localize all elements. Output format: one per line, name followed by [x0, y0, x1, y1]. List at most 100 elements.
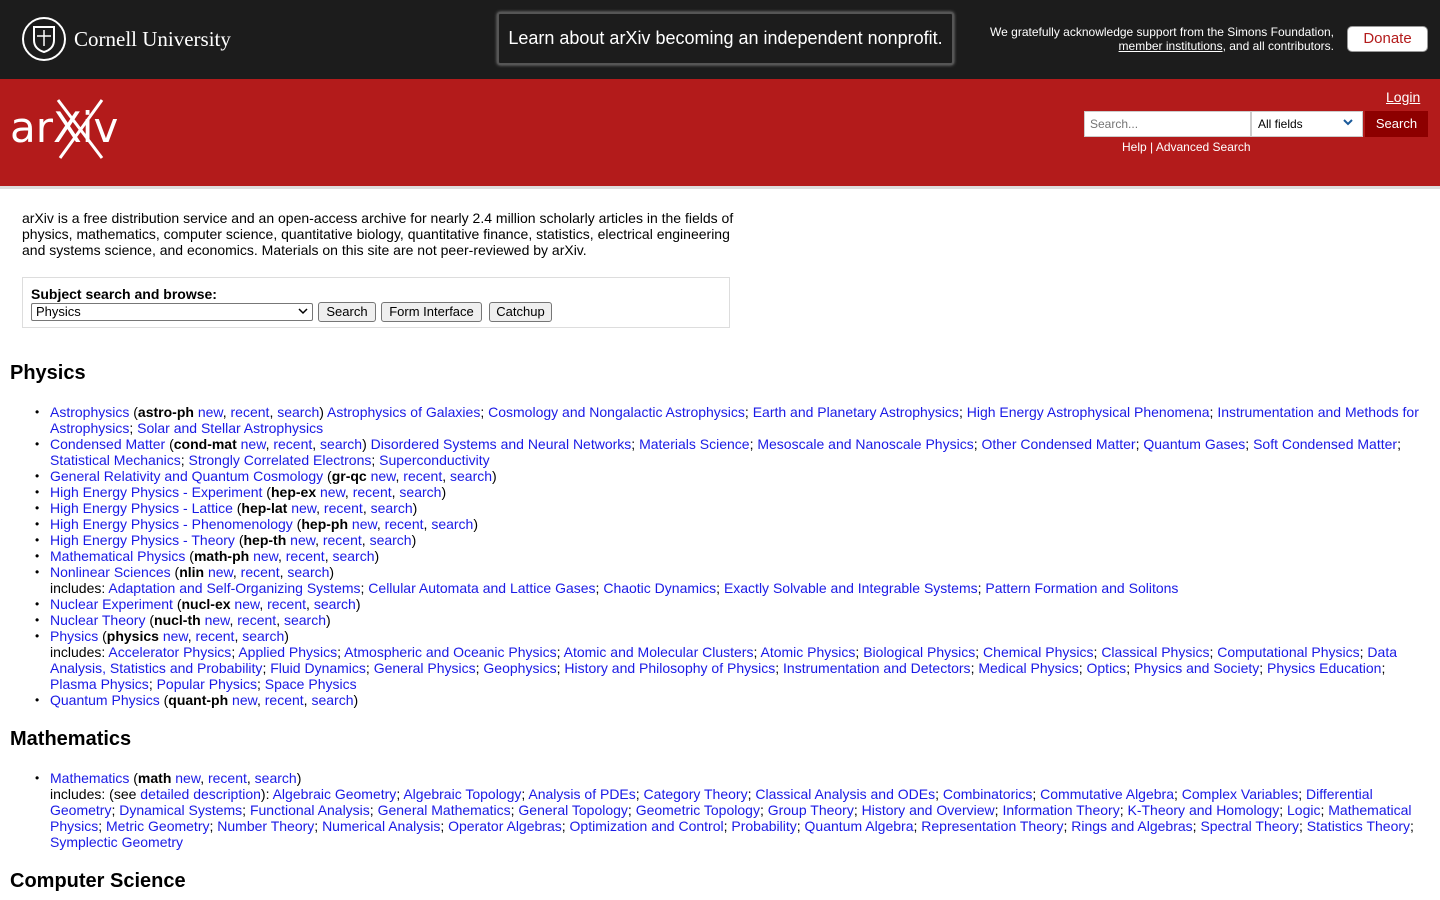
- subcategory-link-general-physics[interactable]: General Physics: [374, 660, 476, 676]
- recent-link[interactable]: recent: [323, 532, 362, 548]
- archive-link-general-relativity-and-quantum-cosmology[interactable]: General Relativity and Quantum Cosmology: [50, 468, 323, 484]
- subcategory-link-cosmology-and-nongalactic-astrophysics[interactable]: Cosmology and Nongalactic Astrophysics: [488, 404, 745, 420]
- search-input[interactable]: [1084, 111, 1251, 137]
- subcategory-link-other-condensed-matter[interactable]: Other Condensed Matter: [981, 436, 1135, 452]
- subcategory-link-dynamical-systems[interactable]: Dynamical Systems: [119, 802, 242, 818]
- recent-link[interactable]: recent: [237, 612, 276, 628]
- subcategory-link-accelerator-physics[interactable]: Accelerator Physics: [108, 644, 231, 660]
- archive-link-high-energy-physics-phenomenology[interactable]: High Energy Physics - Phenomenology: [50, 516, 293, 532]
- subcategory-link-exactly-solvable-and-integrable-systems[interactable]: Exactly Solvable and Integrable Systems: [724, 580, 978, 596]
- new-link[interactable]: new: [198, 404, 223, 420]
- subcategory-link-materials-science[interactable]: Materials Science: [639, 436, 750, 452]
- subcategory-link-atomic-and-molecular-clusters[interactable]: Atomic and Molecular Clusters: [564, 644, 754, 660]
- recent-link[interactable]: recent: [324, 500, 363, 516]
- recent-link[interactable]: recent: [353, 484, 392, 500]
- new-link[interactable]: new: [163, 628, 188, 644]
- archive-link-physics[interactable]: Physics: [50, 628, 98, 644]
- login-link[interactable]: Login: [1386, 89, 1420, 105]
- subcategory-link-medical-physics[interactable]: Medical Physics: [978, 660, 1078, 676]
- subcategory-link-physics-and-society[interactable]: Physics and Society: [1134, 660, 1259, 676]
- search-link[interactable]: search: [399, 484, 441, 500]
- search-link[interactable]: search: [314, 596, 356, 612]
- recent-link[interactable]: recent: [196, 628, 235, 644]
- new-link[interactable]: new: [290, 532, 315, 548]
- help-link[interactable]: Help: [1122, 140, 1147, 154]
- subcategory-link-combinatorics[interactable]: Combinatorics: [943, 786, 1032, 802]
- subcategory-link-disordered-systems-and-neural-networks[interactable]: Disordered Systems and Neural Networks: [371, 436, 632, 452]
- subcategory-link-algebraic-geometry[interactable]: Algebraic Geometry: [273, 786, 397, 802]
- subcategory-link-atomic-physics[interactable]: Atomic Physics: [761, 644, 856, 660]
- subcategory-link-logic[interactable]: Logic: [1287, 802, 1320, 818]
- search-link[interactable]: search: [311, 692, 353, 708]
- catchup-button[interactable]: Catchup: [489, 302, 552, 322]
- subcategory-link-complex-variables[interactable]: Complex Variables: [1182, 786, 1298, 802]
- search-link[interactable]: search: [284, 612, 326, 628]
- nonprofit-banner[interactable]: Learn about arXiv becoming an independen…: [497, 12, 954, 65]
- search-link[interactable]: search: [242, 628, 284, 644]
- subcategory-link-fluid-dynamics[interactable]: Fluid Dynamics: [270, 660, 366, 676]
- search-button[interactable]: Search: [1365, 111, 1428, 137]
- subcategory-link-cellular-automata-and-lattice-gases[interactable]: Cellular Automata and Lattice Gases: [368, 580, 595, 596]
- subcategory-link-classical-analysis-and-odes[interactable]: Classical Analysis and ODEs: [755, 786, 935, 802]
- new-link[interactable]: new: [352, 516, 377, 532]
- search-field-select[interactable]: All fields: [1251, 111, 1363, 137]
- search-link[interactable]: search: [371, 500, 413, 516]
- cornell-logo[interactable]: Cornell University: [22, 17, 231, 61]
- subcategory-link-representation-theory[interactable]: Representation Theory: [921, 818, 1063, 834]
- subcategory-link-spectral-theory[interactable]: Spectral Theory: [1200, 818, 1299, 834]
- subcategory-link-analysis-of-pdes[interactable]: Analysis of PDEs: [528, 786, 635, 802]
- subcategory-link-biological-physics[interactable]: Biological Physics: [863, 644, 975, 660]
- archive-link-high-energy-physics-theory[interactable]: High Energy Physics - Theory: [50, 532, 235, 548]
- subcategory-link-information-theory[interactable]: Information Theory: [1002, 802, 1119, 818]
- subcategory-link-general-topology[interactable]: General Topology: [518, 802, 627, 818]
- subcategory-link-history-and-philosophy-of-physics[interactable]: History and Philosophy of Physics: [564, 660, 775, 676]
- new-link[interactable]: new: [205, 612, 230, 628]
- subcategory-link-classical-physics[interactable]: Classical Physics: [1101, 644, 1209, 660]
- recent-link[interactable]: recent: [273, 436, 312, 452]
- archive-link-mathematics[interactable]: Mathematics: [50, 770, 129, 786]
- subcategory-link-k-theory-and-homology[interactable]: K-Theory and Homology: [1127, 802, 1279, 818]
- subcategory-link-strongly-correlated-electrons[interactable]: Strongly Correlated Electrons: [189, 452, 372, 468]
- archive-link-high-energy-physics-experiment[interactable]: High Energy Physics - Experiment: [50, 484, 262, 500]
- new-link[interactable]: new: [208, 564, 233, 580]
- subcategory-link-statistics-theory[interactable]: Statistics Theory: [1307, 818, 1410, 834]
- subcategory-link-category-theory[interactable]: Category Theory: [644, 786, 748, 802]
- subcategory-link-optics[interactable]: Optics: [1087, 660, 1127, 676]
- detailed-description-link[interactable]: detailed description: [140, 786, 261, 802]
- subcategory-link-superconductivity[interactable]: Superconductivity: [379, 452, 490, 468]
- subcategory-link-applied-physics[interactable]: Applied Physics: [238, 644, 337, 660]
- new-link[interactable]: new: [232, 692, 257, 708]
- subcategory-link-chaotic-dynamics[interactable]: Chaotic Dynamics: [603, 580, 716, 596]
- subcategory-link-computational-physics[interactable]: Computational Physics: [1217, 644, 1359, 660]
- subcategory-link-adaptation-and-self-organizing-systems[interactable]: Adaptation and Self-Organizing Systems: [108, 580, 360, 596]
- subject-select[interactable]: Physics: [31, 303, 313, 321]
- recent-link[interactable]: recent: [208, 770, 247, 786]
- subcategory-link-high-energy-astrophysical-phenomena[interactable]: High Energy Astrophysical Phenomena: [967, 404, 1210, 420]
- subcategory-link-group-theory[interactable]: Group Theory: [768, 802, 854, 818]
- member-institutions-link[interactable]: member institutions: [1119, 39, 1223, 53]
- archive-link-nuclear-theory[interactable]: Nuclear Theory: [50, 612, 145, 628]
- recent-link[interactable]: recent: [267, 596, 306, 612]
- subcategory-link-astrophysics-of-galaxies[interactable]: Astrophysics of Galaxies: [327, 404, 480, 420]
- subcategory-link-general-mathematics[interactable]: General Mathematics: [378, 802, 511, 818]
- new-link[interactable]: new: [291, 500, 316, 516]
- search-link[interactable]: search: [277, 404, 319, 420]
- subcategory-link-algebraic-topology[interactable]: Algebraic Topology: [403, 786, 521, 802]
- search-link[interactable]: search: [450, 468, 492, 484]
- subject-search-button[interactable]: Search: [318, 302, 376, 322]
- subcategory-link-mesoscale-and-nanoscale-physics[interactable]: Mesoscale and Nanoscale Physics: [757, 436, 973, 452]
- advanced-search-link[interactable]: Advanced Search: [1156, 140, 1251, 154]
- subcategory-link-metric-geometry[interactable]: Metric Geometry: [106, 818, 209, 834]
- subcategory-link-symplectic-geometry[interactable]: Symplectic Geometry: [50, 834, 183, 850]
- subcategory-link-pattern-formation-and-solitons[interactable]: Pattern Formation and Solitons: [985, 580, 1178, 596]
- archive-link-quantum-physics[interactable]: Quantum Physics: [50, 692, 160, 708]
- subcategory-link-physics-education[interactable]: Physics Education: [1267, 660, 1381, 676]
- new-link[interactable]: new: [253, 548, 278, 564]
- subcategory-link-popular-physics[interactable]: Popular Physics: [157, 676, 257, 692]
- search-link[interactable]: search: [287, 564, 329, 580]
- subcategory-link-optimization-and-control[interactable]: Optimization and Control: [570, 818, 724, 834]
- subcategory-link-rings-and-algebras[interactable]: Rings and Algebras: [1071, 818, 1192, 834]
- archive-link-high-energy-physics-lattice[interactable]: High Energy Physics - Lattice: [50, 500, 233, 516]
- subcategory-link-geometric-topology[interactable]: Geometric Topology: [636, 802, 760, 818]
- search-link[interactable]: search: [255, 770, 297, 786]
